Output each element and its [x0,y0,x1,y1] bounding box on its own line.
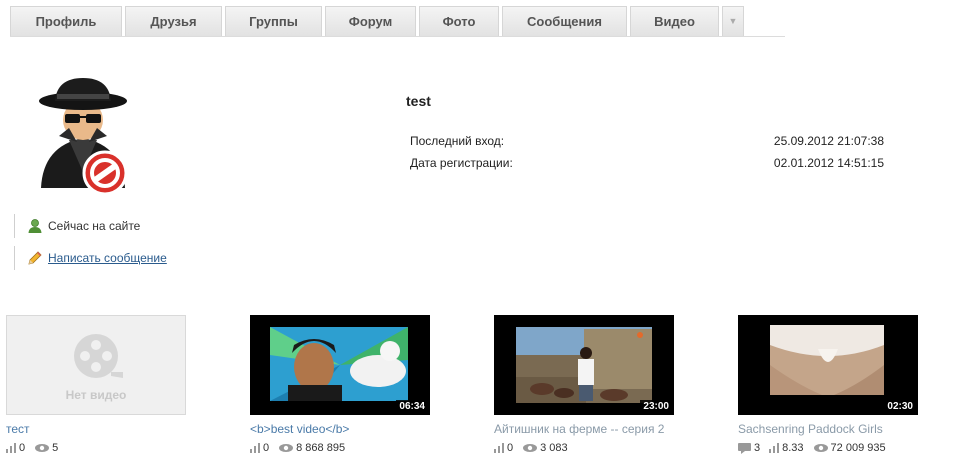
eye-icon [35,444,50,452]
registration-value: 02.01.2012 14:51:15 [773,156,884,170]
video-card: 06:34 <b>best video</b> 0 8 868 895 [250,315,430,454]
tab-photo[interactable]: Фото [419,6,499,36]
video-card: Нет видео тест 0 5 [6,315,186,454]
last-login-label: Последний вход: [410,134,505,148]
video-stats: 3 8.33 72 009 935 [738,442,918,454]
rating-stat: 8.33 [769,442,804,454]
tab-friends[interactable]: Друзья [125,6,222,36]
no-video-label: Нет видео [65,388,127,402]
eye-icon [813,444,828,452]
rating-stat: 0 [6,442,25,454]
rating-stat: 0 [250,442,269,454]
views-count: 5 [52,442,59,454]
rating-count: 0 [507,442,514,454]
spy-banned-avatar-icon [39,78,128,196]
video-thumbnail[interactable]: 06:34 [250,315,430,415]
views-stat: 72 009 935 [813,442,886,454]
video-stats: 0 8 868 895 [250,442,430,454]
tab-forum[interactable]: Форум [325,6,416,36]
video-stats: 0 5 [6,442,186,454]
rating-count: 0 [19,442,26,454]
chevron-down-icon: ▼ [728,16,738,26]
write-message-link[interactable]: Написать сообщение [48,246,167,270]
tab-video[interactable]: Видео [630,6,719,36]
comments-stat: 3 [738,442,760,454]
online-status: Сейчас на сайте [14,214,140,238]
registration-label: Дата регистрации: [410,156,513,170]
last-login-value: 25.09.2012 21:07:38 [773,134,884,148]
profile-menu: Профиль Друзья Группы Форум Фото Сообщен… [10,6,747,36]
menu-divider [10,36,785,37]
video-stats: 0 3 083 [494,442,674,454]
username: test [406,93,431,109]
online-status-text: Сейчас на сайте [48,219,141,233]
video-title[interactable]: Sachsenring Paddock Girls [738,421,918,437]
video-title[interactable]: тест [6,421,186,437]
views-count: 8 868 895 [296,442,346,454]
video-card: 23:00 Айтишник на ферме -- серия 2 0 3 0… [494,315,674,454]
views-count: 72 009 935 [830,442,886,454]
pencil-icon [27,250,43,266]
tab-messages[interactable]: Сообщения [502,6,627,36]
video-duration: 23:00 [640,400,672,413]
write-message-action: Написать сообщение [14,246,167,270]
video-thumbnail[interactable]: 02:30 [738,315,918,415]
views-stat: 8 868 895 [278,442,345,454]
views-stat: 5 [34,442,58,454]
comments-count: 3 [754,442,761,454]
rating-count: 8.33 [782,442,804,454]
online-user-icon [27,218,43,234]
video-card: 02:30 Sachsenring Paddock Girls 3 8.33 7… [738,315,918,454]
rating-stat: 0 [494,442,513,454]
views-count: 3 083 [540,442,568,454]
comment-icon [738,442,751,454]
bar-chart-icon [6,443,16,453]
bar-chart-icon [250,443,260,453]
rating-count: 0 [263,442,270,454]
video-title[interactable]: <b>best video</b> [250,421,430,437]
video-thumbnail[interactable]: 23:00 [494,315,674,415]
tab-groups[interactable]: Группы [225,6,322,36]
video-title[interactable]: Айтишник на ферме -- серия 2 [494,421,674,437]
last-login-row: Последний вход: 25.09.2012 21:07:38 [410,134,884,148]
avatar [33,76,133,198]
eye-icon [279,444,294,452]
eye-icon [523,444,538,452]
registration-row: Дата регистрации: 02.01.2012 14:51:15 [410,156,884,170]
more-tabs-button[interactable]: ▼ [722,6,744,36]
views-stat: 3 083 [522,442,568,454]
bar-chart-icon [494,443,504,453]
video-duration: 02:30 [884,400,916,413]
video-duration: 06:34 [396,400,428,413]
tab-profile[interactable]: Профиль [10,6,122,36]
bar-chart-icon [769,443,780,453]
video-thumbnail[interactable]: Нет видео [6,315,186,415]
